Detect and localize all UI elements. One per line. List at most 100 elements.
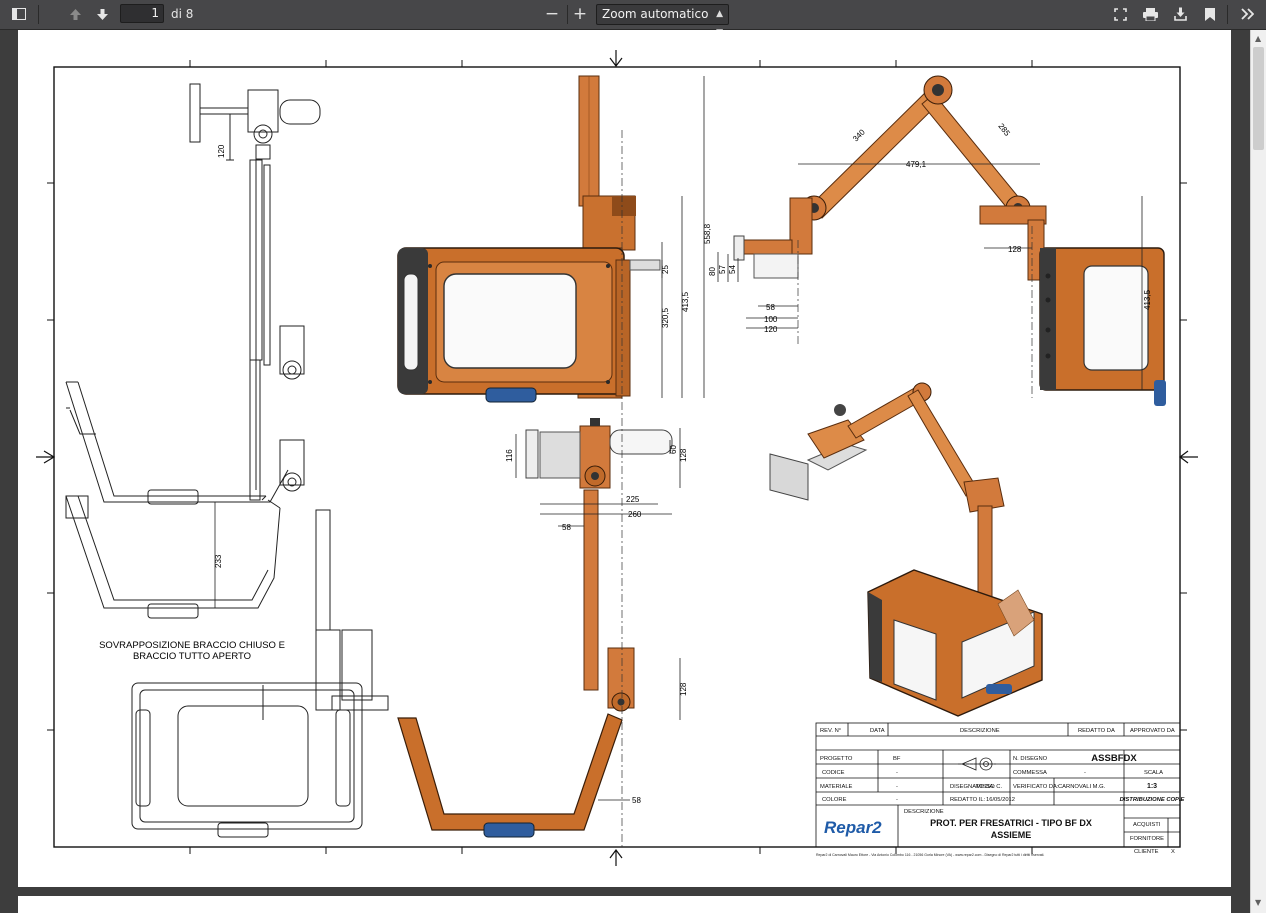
dim-413-5-b: 413,5 (1143, 289, 1152, 310)
pdf-page-1: 120 233 SOVRAPPOSIZIONE BRACCIO CHIUSO E… (18, 30, 1231, 887)
dim-120-left: 120 (217, 144, 226, 158)
dim-116: 116 (505, 449, 514, 462)
zoom-in-button[interactable]: + (569, 3, 591, 25)
fullscreen-icon (1113, 7, 1127, 21)
tb-n-disegno-value: ASSBFDX (1091, 753, 1137, 764)
download-icon (1173, 7, 1187, 21)
tb-colore-label: COLORE (822, 797, 847, 803)
plan-view (131, 509, 389, 838)
tb-distribuzione-label: DISTRIBUZIONE COPIE (1120, 797, 1186, 803)
print-button[interactable] (1139, 3, 1161, 25)
dim-128-a: 128 (679, 448, 688, 462)
projection-symbol-icon (958, 757, 996, 771)
overlay-caption-line2: BRACCIO TUTTO APERTO (133, 651, 251, 662)
printer-icon (1142, 7, 1158, 21)
tb-commessa-label: COMMESSA (1013, 770, 1047, 776)
dim-320-5: 320,5 (661, 307, 670, 328)
tb-redatto-da-label: REDATTO DA (1078, 728, 1115, 734)
tb-cliente-mark: X (1171, 849, 1175, 855)
dim-225: 225 (626, 495, 640, 504)
tb-approvato-da-label: APPROVATO DA (1130, 728, 1175, 734)
dim-57: 57 (718, 265, 727, 274)
bookmark-button[interactable] (1199, 3, 1221, 25)
zoom-select[interactable]: Zoom automatico ▲▼ (596, 4, 729, 38)
tb-codice-label: CODICE (822, 770, 845, 776)
dim-260: 260 (628, 510, 642, 519)
zoom-out-button[interactable]: − (541, 3, 563, 25)
arrow-up-icon (69, 8, 81, 20)
dim-120-b: 120 (764, 325, 778, 334)
overlay-caption-line1: SOVRAPPOSIZIONE BRACCIO CHIUSO E (99, 640, 285, 651)
arrow-down-icon (96, 8, 108, 20)
tb-redatto-il-label: REDATTO IL: (950, 797, 986, 803)
dim-25: 25 (661, 265, 670, 274)
dim-80: 80 (708, 267, 717, 276)
tb-verificato-da-value: CARNOVALI M.G. (1058, 784, 1106, 790)
double-chevron-right-icon (1240, 8, 1254, 20)
tb-descrizione-label: DESCRIZIONE (960, 728, 1000, 734)
tb-colore-value: - (896, 797, 898, 803)
sidebar-toggle-icon (12, 8, 26, 20)
tb-fornitore-label: FORNITORE (1130, 836, 1164, 842)
dim-479-1: 479,1 (906, 160, 927, 169)
tb-descrizione-label-2: DESCRIZIONE (904, 809, 944, 815)
page-number-input[interactable]: 1 (120, 4, 164, 23)
tb-codice-value: - (896, 770, 898, 776)
dim-58-b: 58 (632, 796, 641, 805)
pdf-toolbar: 1 di 8 − + Zoom automatico ▲▼ (0, 0, 1266, 38)
toolbar-separator (567, 5, 568, 24)
centring-marks (36, 50, 1198, 866)
tb-footer: Repar2 di Carnovali Mauro Ettore - Via A… (816, 853, 1044, 857)
tb-title-line2: ASSIEME (991, 830, 1032, 840)
tb-title-line1: PROT. PER FRESATRICI - TIPO BF DX (930, 818, 1092, 828)
tb-rev-label: REV. N° (820, 728, 841, 734)
dim-54: 54 (728, 265, 737, 274)
tb-commessa-value: - (1084, 770, 1086, 776)
tb-scala-label: SCALA (1144, 770, 1163, 776)
download-button[interactable] (1169, 3, 1191, 25)
tools-button[interactable] (1236, 3, 1258, 25)
toolbar-separator (1227, 5, 1228, 24)
dim-233: 233 (214, 554, 223, 568)
tb-cliente-label: CLIENTE (1134, 849, 1159, 855)
sidebar-toggle-button[interactable] (8, 3, 30, 25)
scroll-down-icon[interactable]: ▼ (1255, 898, 1261, 907)
tb-n-disegno-label: N. DISEGNO (1013, 756, 1048, 762)
tb-materiale-label: MATERIALE (820, 784, 853, 790)
overlay-view (65, 83, 321, 619)
dim-558-8: 558,8 (703, 223, 712, 244)
front-view (397, 75, 673, 850)
zoom-select-value: Zoom automatico (602, 7, 709, 21)
next-page-button[interactable] (91, 3, 113, 25)
isometric-view (769, 382, 1043, 717)
tb-materiale-value: - (896, 784, 898, 790)
tb-verificato-da-label: VERIFICATO DA: (1013, 784, 1059, 790)
side-view (733, 75, 1166, 406)
dim-58-c: 58 (766, 303, 775, 312)
dim-128-b: 128 (679, 682, 688, 696)
tb-scala-value: 1:3 (1147, 783, 1157, 790)
repar2-logo: Repar2 (824, 818, 882, 837)
dim-58-a: 58 (562, 523, 571, 532)
dim-413-5: 413,5 (681, 291, 690, 312)
dim-285: 285 (996, 122, 1012, 138)
previous-page-button[interactable] (64, 3, 86, 25)
tb-redatto-il-value: 16/05/2012 (986, 797, 1015, 803)
pdf-page-2 (18, 896, 1231, 913)
presentation-mode-button[interactable] (1109, 3, 1131, 25)
tb-data-label: DATA (870, 728, 885, 734)
tb-progetto-label: PROGETTO (820, 756, 853, 762)
scrollbar-thumb[interactable] (1253, 47, 1264, 150)
scroll-up-icon[interactable]: ▲ (1255, 34, 1261, 43)
toolbar-separator (38, 5, 39, 24)
dim-60: 60 (669, 445, 678, 454)
tb-progetto-value: BF (893, 756, 901, 762)
dim-340: 340 (851, 127, 867, 143)
tb-acquisti-label: ACQUISTI (1133, 822, 1161, 828)
page-count-label: di 8 (171, 7, 194, 21)
vertical-scrollbar[interactable]: ▲ ▼ (1250, 30, 1266, 913)
document-viewer[interactable]: 120 233 SOVRAPPOSIZIONE BRACCIO CHIUSO E… (0, 30, 1250, 913)
technical-drawing: 120 233 SOVRAPPOSIZIONE BRACCIO CHIUSO E… (36, 50, 1198, 866)
dim-100: 100 (764, 315, 778, 324)
dim-128-c: 128 (1008, 245, 1022, 254)
